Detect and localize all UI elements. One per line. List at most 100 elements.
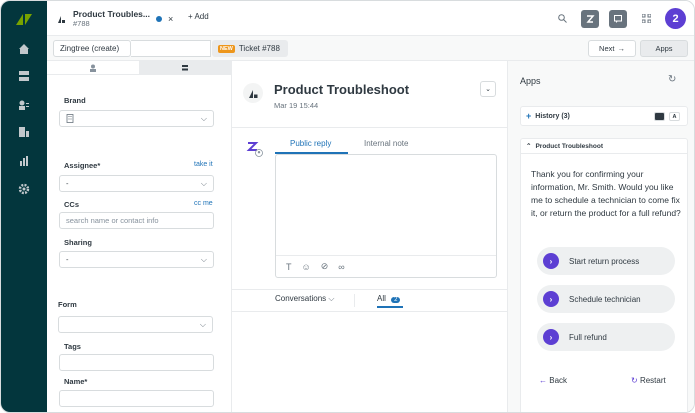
organizations-icon[interactable] [16,124,32,140]
chevron-down-icon: ⌵ [328,294,335,303]
breadcrumb-ticket-label: Ticket #788 [238,44,280,53]
search-icon[interactable] [553,10,571,28]
reporting-icon[interactable] [16,153,32,169]
views-icon[interactable] [16,68,32,84]
all-label: All [377,294,386,303]
apps-title: Apps [520,76,541,86]
plus-icon: + [526,111,532,121]
name-input[interactable] [59,390,214,407]
brand-logo-icon [58,15,65,23]
apps-button[interactable]: Apps [640,40,688,57]
name-label: Name* [64,377,88,386]
chat-icon[interactable] [609,9,627,28]
back-label: Back [549,376,568,385]
tab-all[interactable]: All 2 [377,294,401,303]
editor-toolbar: T ☺ ⊘ ∞ [276,255,496,277]
text-format-icon[interactable]: T [286,262,292,272]
chevron-up-icon: ⌃ [526,143,532,150]
chevron-down-icon: ⌵ [199,320,206,329]
tab-conversations[interactable]: Conversations ⌵ [275,294,334,304]
option-label: Schedule technician [569,294,641,304]
sharing-select[interactable]: - ⌵ [59,251,214,268]
active-tab-underline [377,306,403,308]
history-app-icon [654,112,665,121]
take-it-link[interactable]: take it [194,161,213,168]
cc-me-link[interactable]: cc me [194,200,213,207]
brand-avatar-icon [243,83,263,103]
back-button[interactable]: ← Back [539,376,567,385]
admin-gear-icon[interactable] [16,181,32,197]
add-tab-button[interactable]: + Add [188,12,209,21]
restart-label: Restart [639,376,666,385]
ccs-label: CCs [64,200,80,209]
app-frame: Product Troubles... #788 × + Add 2 Zingt… [0,0,695,413]
sharing-label: Sharing [64,238,92,247]
app-name: Product Troubleshoot [535,142,603,150]
product-tray-icon[interactable] [637,10,655,28]
ticket-properties-panel: Brand ⌵ Assignee* take it - ⌵ CCs cc me … [47,61,232,412]
breadcrumb-ticket[interactable]: NEW Ticket #788 [212,40,288,57]
arrow-right-icon: → [617,44,625,53]
tab-public-reply[interactable]: Public reply [290,139,331,148]
close-tab-icon[interactable]: × [168,14,173,24]
divider [232,311,508,312]
reply-editor[interactable]: T ☺ ⊘ ∞ [275,154,497,278]
arrow-left-icon: ← [539,376,547,385]
app-message: Thank you for confirming your informatio… [531,169,681,218]
link-icon[interactable]: ∞ [338,262,344,272]
conversation-panel: Product Troubleshoot Mar 19 15:44 ⌄ Publ… [232,61,508,412]
conversations-icon[interactable] [581,9,599,28]
option-full-refund[interactable]: › Full refund [537,323,675,351]
nav-rail [1,1,47,412]
option-schedule-technician[interactable]: › Schedule technician [537,285,675,313]
history-badge: A [669,112,680,121]
ticket-subject[interactable]: Product Troubleshoot [274,82,409,97]
assignee-select[interactable]: - ⌵ [59,175,214,192]
unsaved-dot-icon [155,15,162,22]
reply-tabs: Public reply Internal note [275,137,497,155]
tab-title: Product Troubles... [73,9,150,19]
user-avatar[interactable]: 2 [665,8,686,29]
next-button[interactable]: Next → [588,40,636,57]
history-card[interactable]: + History (3) A [520,106,688,126]
properties-tabs [47,61,232,75]
chevron-down-icon: ⌵ [200,114,207,123]
home-icon[interactable] [16,41,32,57]
emoji-icon[interactable]: ☺ [302,262,311,272]
tags-label: Tags [64,342,81,351]
breadcrumb: Zingtree (create) NEW Ticket #788 Next →… [47,36,694,61]
restart-icon: ↻ [631,376,638,385]
top-bar: Product Troubles... #788 × + Add 2 [47,1,694,36]
option-start-return-process[interactable]: › Start return process [537,247,675,275]
refresh-icon[interactable]: ↻ [668,74,676,85]
app-header[interactable]: ⌃ Product Troubleshoot [521,139,687,154]
ccs-input[interactable]: search name or contact info [59,212,214,229]
building-icon [66,114,74,123]
form-select[interactable]: ⌵ [58,316,213,333]
tab-internal-note[interactable]: Internal note [364,139,408,148]
assignee-label: Assignee* [64,161,101,170]
ticket-tab[interactable]: Product Troubles... #788 × [47,1,181,36]
conversation-filter-tabs: Conversations ⌵ All 2 [232,291,508,311]
divider [232,127,508,128]
ticket-options-chevron-icon[interactable]: ⌄ [480,81,496,97]
customers-icon[interactable] [16,97,32,113]
chevron-right-icon: › [543,329,559,345]
user-tab-icon[interactable] [47,61,139,75]
breadcrumb-spacer [131,40,211,57]
chevron-down-icon: ⌵ [200,179,207,188]
zendesk-logo[interactable] [14,11,34,27]
all-count-badge: 2 [391,297,401,303]
brand-select[interactable]: ⌵ [59,110,214,127]
brand-label: Brand [64,96,86,105]
sharing-value: - [66,255,69,264]
tags-input[interactable] [59,354,214,371]
conversations-label: Conversations [275,294,327,303]
breadcrumb-zingtree[interactable]: Zingtree (create) [53,40,131,57]
properties-tab-icon[interactable] [139,61,231,75]
form-label: Form [58,300,77,309]
next-label: Next [599,44,615,53]
restart-button[interactable]: ↻ Restart [631,376,666,385]
agent-avatar-icon [246,142,263,157]
attachment-icon[interactable]: ⊘ [321,261,329,272]
